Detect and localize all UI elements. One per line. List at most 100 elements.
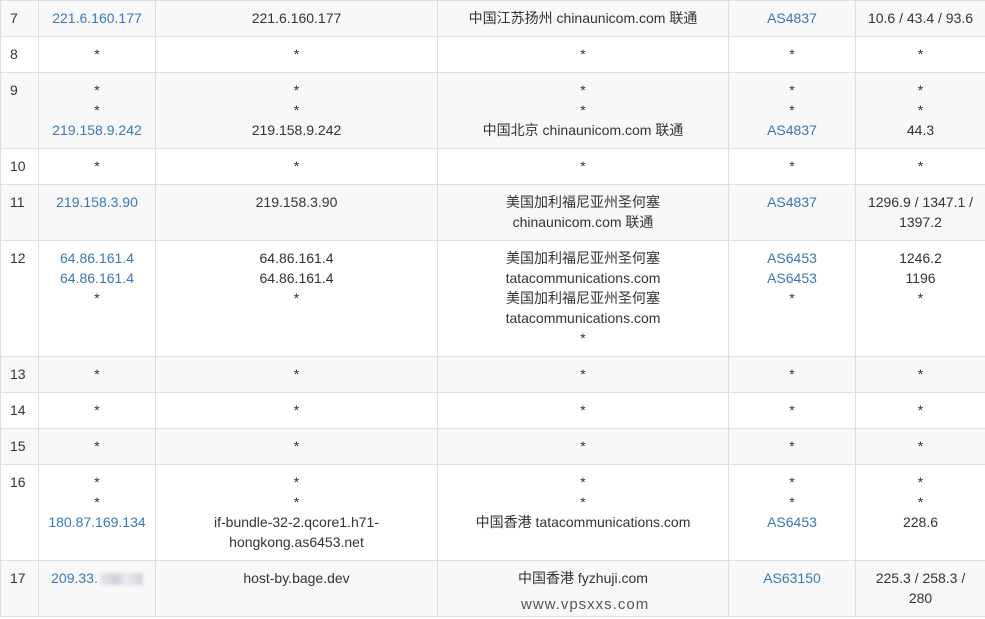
no-response-marker: * (580, 82, 586, 98)
no-response-marker: * (94, 158, 100, 174)
rtt-value: 280 (908, 590, 933, 606)
asn-link[interactable]: AS6453 (735, 268, 849, 288)
no-response-marker: * (580, 330, 586, 346)
ip-cell: * (38, 36, 156, 73)
no-response-marker: * (917, 366, 924, 382)
no-response-marker: * (580, 474, 586, 490)
no-response-marker: * (580, 438, 586, 454)
hostname-cell: * * 219.158.9.242 (155, 72, 438, 149)
no-response-marker: * (94, 82, 100, 98)
rtt-cell: * * 228.6 (855, 464, 985, 561)
hostname: if-bundle-32-2.qcore1.h71- (214, 514, 379, 530)
asn-link[interactable]: AS4837 (735, 8, 849, 28)
hop-number: 15 (0, 428, 39, 465)
ip-address-link[interactable]: 64.86.161.4 (45, 268, 149, 288)
hop-row: 14 * * * * * (0, 392, 985, 429)
rtt-cell: 225.3 / 258.3 / 280 (855, 560, 985, 617)
no-response-marker: * (917, 82, 924, 98)
asn-link[interactable]: AS6453 (735, 512, 849, 532)
asn-link[interactable]: AS6453 (735, 248, 849, 268)
watermark: www.vpsxxs.com (521, 596, 650, 613)
ip-address-link[interactable]: 209.33. (51, 570, 98, 586)
geo-location: 美国加利福尼亚州圣何塞 (506, 250, 660, 266)
no-response-marker: * (917, 474, 924, 490)
no-response-marker: * (580, 102, 586, 118)
ip-address-link[interactable]: 64.86.161.4 (45, 248, 149, 268)
no-response-marker: * (917, 438, 924, 454)
no-response-marker: * (94, 474, 100, 490)
hostname: 219.158.9.242 (251, 122, 342, 138)
rtt-cell: 1296.9 / 1347.1 / 1397.2 (855, 184, 985, 241)
hostname-cell: * * if-bundle-32-2.qcore1.h71- hongkong.as6… (155, 464, 438, 561)
hostname-cell: * (155, 428, 438, 465)
no-response-marker: * (94, 402, 100, 418)
hop-row: 13 * * * * * (0, 356, 985, 393)
no-response-marker: * (917, 494, 924, 510)
hostname-cell: host-by.bage.dev (155, 560, 438, 617)
hostname-cell: * (155, 148, 438, 185)
ip-cell: * (38, 148, 156, 185)
hop-number: 9 (0, 72, 39, 149)
asn-link[interactable]: AS63150 (735, 568, 849, 588)
asn-cell: * (728, 148, 856, 185)
no-response-marker: * (789, 438, 795, 454)
geo-location: 中国北京 chinaunicom.com 联通 (482, 122, 684, 138)
ip-address-link[interactable]: 180.87.169.134 (45, 512, 149, 532)
no-response-marker: * (789, 402, 795, 418)
no-response-marker: * (94, 494, 100, 510)
asn-link[interactable]: AS4837 (735, 192, 849, 212)
hostname: 64.86.161.4 (259, 270, 334, 286)
rtt-value: 228.6 (902, 514, 939, 530)
geo-location: 美国加利福尼亚州圣何塞 (506, 194, 660, 210)
ip-cell: * * 180.87.169.134 (38, 464, 156, 561)
hostname: 64.86.161.4 (259, 250, 334, 266)
ip-cell: * (38, 356, 156, 393)
no-response-marker: * (293, 158, 300, 174)
no-response-marker: * (94, 46, 100, 62)
asn-cell: * * AS6453 (728, 464, 856, 561)
location-cell: 美国加利福尼亚州圣何塞 tatacommunications.com 美国加利福尼亚… (437, 240, 729, 357)
hop-number: 12 (0, 240, 39, 357)
rtt-cell: 1246.2 1196 * (855, 240, 985, 357)
no-response-marker: * (293, 82, 300, 98)
no-response-marker: * (580, 366, 586, 382)
ip-cell: 219.158.3.90 (38, 184, 156, 241)
no-response-marker: * (94, 438, 100, 454)
geo-location: chinaunicom.com 联通 (512, 214, 654, 230)
rtt-value: 1397.2 (899, 214, 942, 230)
no-response-marker: * (789, 494, 795, 510)
no-response-marker: * (293, 474, 300, 490)
asn-cell: AS63150 (728, 560, 856, 617)
geo-location: 中国江苏扬州 chinaunicom.com 联通 (468, 10, 698, 26)
ip-cell: 221.6.160.177 (38, 0, 156, 37)
no-response-marker: * (917, 46, 924, 62)
no-response-marker: * (293, 366, 300, 382)
asn-cell: AS4837 (728, 0, 856, 37)
rtt-value: 1196 (905, 270, 936, 286)
no-response-marker: * (917, 402, 924, 418)
hostname-cell: * (155, 392, 438, 429)
no-response-marker: * (293, 290, 300, 306)
hop-row: 15 * * * * * (0, 428, 985, 465)
no-response-marker: * (94, 366, 100, 382)
location-cell: * * 中国北京 chinaunicom.com 联通 (437, 72, 729, 149)
no-response-marker: * (789, 366, 795, 382)
geo-location: 中国香港 fyzhuji.com (518, 570, 648, 586)
geo-location: tatacommunications.com (505, 310, 661, 326)
asn-cell: * (728, 428, 856, 465)
hop-row: 9 * * 219.158.9.242 * * 219.158.9.242 * * 中国北京 ch… (0, 72, 985, 149)
hop-number: 8 (0, 36, 39, 73)
no-response-marker: * (580, 402, 586, 418)
hostname: host-by.bage.dev (243, 570, 350, 586)
hostname: hongkong.as6453.net (229, 534, 364, 550)
ip-address-link[interactable]: 221.6.160.177 (45, 8, 149, 28)
ip-address-link[interactable]: 219.158.9.242 (45, 120, 149, 140)
ip-address-link[interactable]: 219.158.3.90 (45, 192, 149, 212)
rtt-value: 1296.9 / 1347.1 / (867, 194, 974, 210)
no-response-marker: * (580, 158, 586, 174)
hostname-cell: 64.86.161.4 64.86.161.4 * (155, 240, 438, 357)
rtt-cell: * (855, 356, 985, 393)
hop-row: 11 219.158.3.90 219.158.3.90 美国加利福尼亚州圣何塞 chi… (0, 184, 985, 241)
asn-link[interactable]: AS4837 (735, 120, 849, 140)
no-response-marker: * (917, 158, 924, 174)
